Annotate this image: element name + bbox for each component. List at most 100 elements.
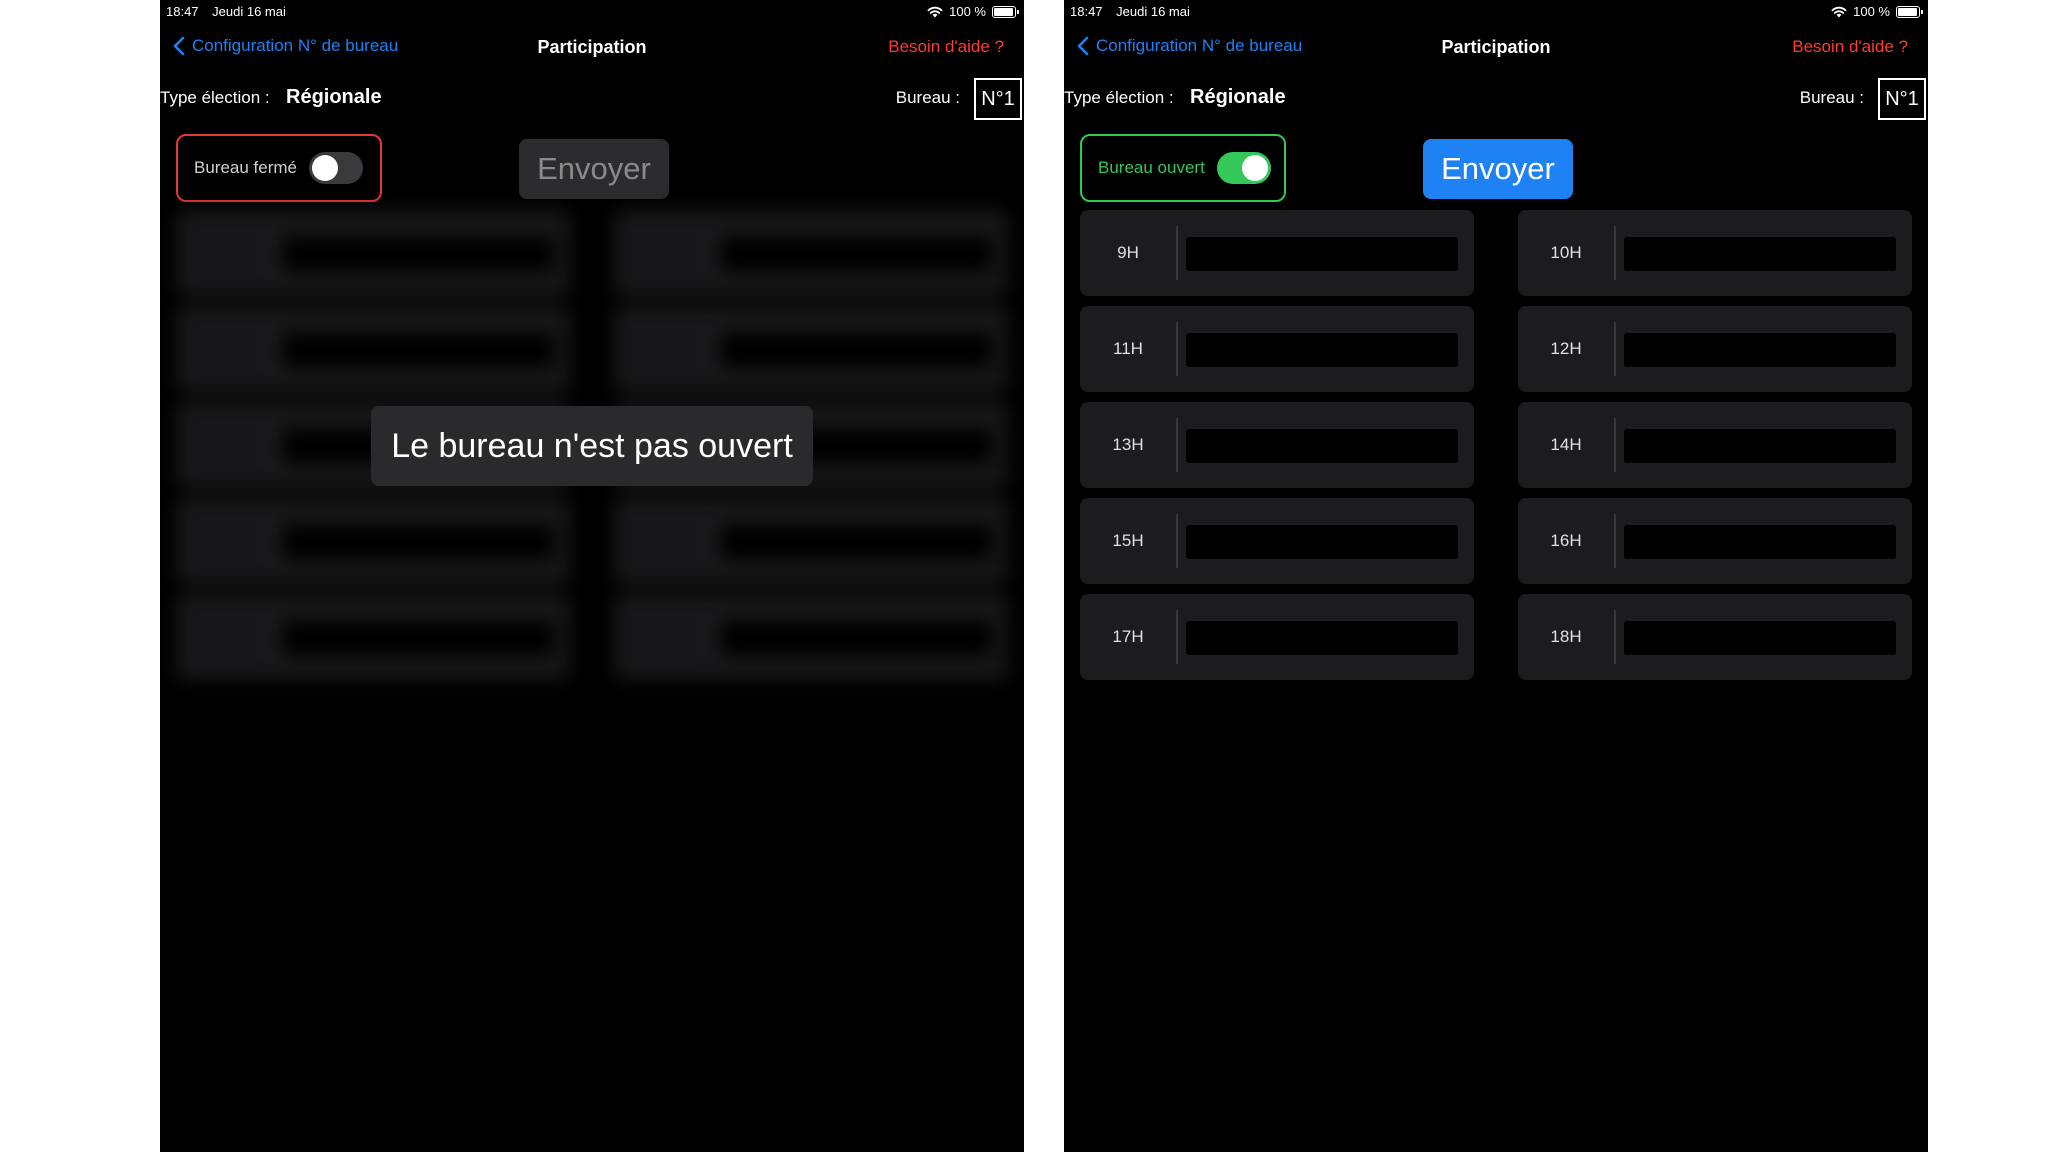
participation-input-11h[interactable] bbox=[1186, 333, 1458, 367]
slot-divider bbox=[272, 418, 274, 472]
slot-divider bbox=[1614, 514, 1616, 568]
slot-input-placeholder bbox=[282, 621, 554, 655]
bureau-number-box[interactable]: N°1 bbox=[1878, 78, 1926, 120]
hour-label: 15H bbox=[1112, 531, 1144, 550]
hour-grid: 9H 10H 11H 12H 13H 14H 15H 16H 17H 18H bbox=[1080, 210, 1912, 682]
slot-input-placeholder bbox=[720, 237, 992, 271]
hour-slot-12h: 12H bbox=[1518, 306, 1912, 392]
hour-label: 12H bbox=[1550, 339, 1582, 358]
status-bar: 18:47 Jeudi 16 mai 100 % bbox=[1064, 0, 1928, 22]
hour-slot-placeholder bbox=[614, 594, 1008, 680]
hour-slot-placeholder bbox=[614, 306, 1008, 392]
hour-slot-11h: 11H bbox=[1080, 306, 1474, 392]
participation-input-17h[interactable] bbox=[1186, 621, 1458, 655]
hour-label: 13H bbox=[1112, 435, 1144, 454]
hour-slot-15h: 15H bbox=[1080, 498, 1474, 584]
slot-divider bbox=[272, 226, 274, 280]
send-button[interactable]: Envoyer bbox=[1423, 139, 1573, 199]
battery-icon bbox=[992, 5, 1019, 18]
hour-label: 14H bbox=[1550, 435, 1582, 454]
help-link[interactable]: Besoin d'aide ? bbox=[1792, 37, 1908, 57]
screen-open: 18:47 Jeudi 16 mai 100 % Configuration N… bbox=[1064, 0, 1928, 1152]
hour-label: 16H bbox=[1550, 531, 1582, 550]
slot-divider bbox=[1614, 322, 1616, 376]
slot-divider bbox=[1176, 322, 1178, 376]
closed-message: Le bureau n'est pas ouvert bbox=[371, 406, 813, 486]
participation-input-18h[interactable] bbox=[1624, 621, 1896, 655]
bureau-status-label: Bureau fermé bbox=[194, 158, 297, 177]
back-label: Configuration N° de bureau bbox=[1096, 36, 1303, 55]
chevron-left-icon bbox=[1077, 36, 1089, 56]
bureau-status-toggle[interactable]: Bureau fermé bbox=[176, 134, 382, 202]
hour-slot-13h: 13H bbox=[1080, 402, 1474, 488]
hour-slot-10h: 10H bbox=[1518, 210, 1912, 296]
participation-input-12h[interactable] bbox=[1624, 333, 1896, 367]
election-type-value: Régionale bbox=[1190, 86, 1286, 108]
help-link[interactable]: Besoin d'aide ? bbox=[888, 37, 1004, 57]
switch-knob bbox=[1241, 155, 1268, 181]
election-type-value: Régionale bbox=[286, 86, 382, 108]
election-type-label: Type élection : bbox=[1064, 88, 1174, 107]
chevron-left-icon bbox=[173, 36, 185, 56]
status-time: 18:47 bbox=[166, 4, 199, 19]
battery-percent: 100 % bbox=[949, 4, 986, 19]
bureau-number-box[interactable]: N°1 bbox=[974, 78, 1022, 120]
wifi-icon bbox=[1831, 6, 1847, 17]
bureau-switch[interactable] bbox=[309, 152, 363, 184]
back-button[interactable]: Configuration N° de bureau bbox=[172, 36, 398, 56]
status-time: 18:47 bbox=[1070, 4, 1103, 19]
hour-label: 18H bbox=[1550, 627, 1582, 646]
nav-bar: Configuration N° de bureau Participation… bbox=[1064, 32, 1928, 64]
slot-divider bbox=[710, 610, 712, 664]
slot-divider bbox=[1614, 226, 1616, 280]
hour-label: 10H bbox=[1550, 243, 1582, 262]
slot-divider bbox=[1176, 514, 1178, 568]
participation-input-16h[interactable] bbox=[1624, 525, 1896, 559]
slot-input-placeholder bbox=[282, 237, 554, 271]
hour-slot-placeholder bbox=[176, 210, 570, 296]
slot-input-placeholder bbox=[720, 525, 992, 559]
slot-divider bbox=[1176, 226, 1178, 280]
send-button[interactable]: Envoyer bbox=[519, 139, 669, 199]
hour-slot-placeholder bbox=[614, 210, 1008, 296]
participation-input-10h[interactable] bbox=[1624, 237, 1896, 271]
status-date: Jeudi 16 mai bbox=[1116, 4, 1190, 19]
hour-slot-14h: 14H bbox=[1518, 402, 1912, 488]
slot-input-placeholder bbox=[720, 333, 992, 367]
bureau-label: Bureau : bbox=[895, 88, 960, 107]
slot-divider bbox=[1176, 418, 1178, 472]
participation-input-9h[interactable] bbox=[1186, 237, 1458, 271]
status-bar: 18:47 Jeudi 16 mai 100 % bbox=[160, 0, 1024, 22]
bureau-status-toggle[interactable]: Bureau ouvert bbox=[1080, 134, 1286, 202]
bureau-label: Bureau : bbox=[1799, 88, 1864, 107]
participation-input-15h[interactable] bbox=[1186, 525, 1458, 559]
hour-slot-placeholder bbox=[176, 498, 570, 584]
bureau-status-label: Bureau ouvert bbox=[1098, 158, 1205, 177]
slot-divider bbox=[272, 610, 274, 664]
participation-input-13h[interactable] bbox=[1186, 429, 1458, 463]
participation-input-14h[interactable] bbox=[1624, 429, 1896, 463]
election-info: Type élection : Régionale Bureau : N°1 bbox=[1064, 78, 1928, 122]
slot-divider bbox=[710, 322, 712, 376]
slot-input-placeholder bbox=[720, 621, 992, 655]
hour-slot-9h: 9H bbox=[1080, 210, 1474, 296]
hour-slot-placeholder bbox=[614, 498, 1008, 584]
hour-slot-16h: 16H bbox=[1518, 498, 1912, 584]
slot-divider bbox=[272, 322, 274, 376]
back-label: Configuration N° de bureau bbox=[192, 36, 399, 55]
slot-divider bbox=[1614, 418, 1616, 472]
slot-divider bbox=[710, 226, 712, 280]
battery-icon bbox=[1896, 5, 1923, 18]
back-button[interactable]: Configuration N° de bureau bbox=[1076, 36, 1302, 56]
slot-divider bbox=[272, 514, 274, 568]
election-info: Type élection : Régionale Bureau : N°1 bbox=[160, 78, 1024, 122]
nav-bar: Configuration N° de bureau Participation… bbox=[160, 32, 1024, 64]
hour-label: 17H bbox=[1112, 627, 1144, 646]
battery-percent: 100 % bbox=[1853, 4, 1890, 19]
slot-input-placeholder bbox=[282, 333, 554, 367]
slot-divider bbox=[1176, 610, 1178, 664]
hour-slot-placeholder bbox=[176, 594, 570, 680]
slot-divider bbox=[1614, 610, 1616, 664]
slot-divider bbox=[710, 514, 712, 568]
bureau-switch[interactable] bbox=[1216, 152, 1271, 184]
